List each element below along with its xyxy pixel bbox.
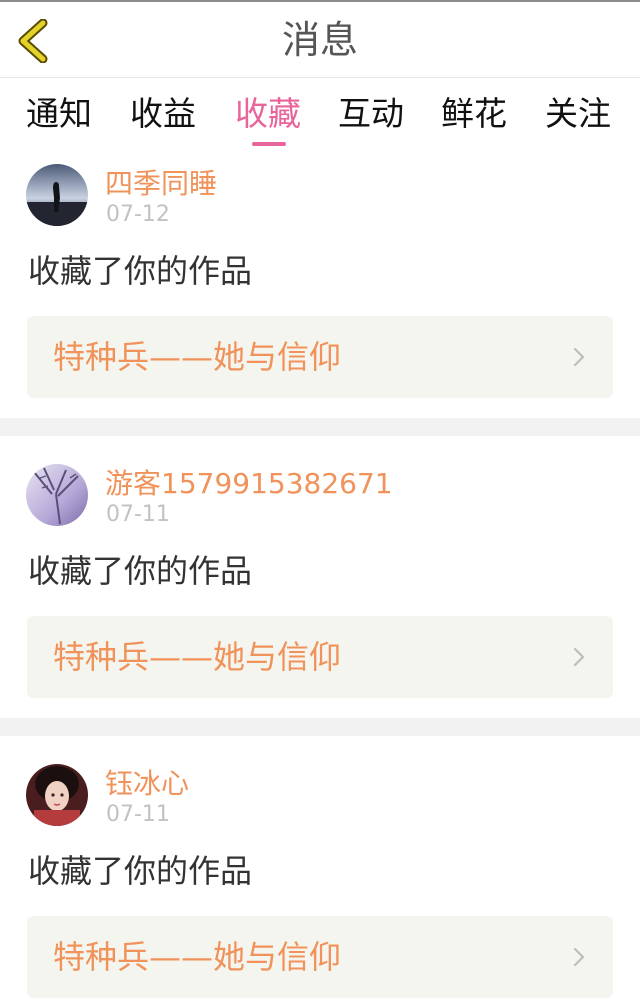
message-date: 07-12 bbox=[106, 202, 170, 227]
work-title: 特种兵——她与信仰 bbox=[53, 938, 342, 976]
tab-interactions[interactable]: 互动 bbox=[338, 84, 404, 150]
username[interactable]: 四季同睡 bbox=[105, 162, 217, 202]
tab-notifications[interactable]: 通知 bbox=[26, 84, 92, 150]
work-link[interactable]: 特种兵——她与信仰 bbox=[27, 916, 613, 998]
action-text: 收藏了你的作品 bbox=[28, 852, 253, 890]
tab-bar: 通知 收益 收藏 互动 鲜花 关注 bbox=[0, 84, 640, 150]
message-card: 游客1579915382671 07-11 收藏了你的作品 特种兵——她与信仰 bbox=[0, 450, 640, 732]
action-text: 收藏了你的作品 bbox=[28, 252, 253, 290]
message-card: 钰冰心 07-11 收藏了你的作品 特种兵——她与信仰 bbox=[0, 750, 640, 1004]
work-link[interactable]: 特种兵——她与信仰 bbox=[27, 616, 613, 698]
avatar[interactable] bbox=[26, 764, 88, 826]
chevron-right-icon bbox=[573, 347, 585, 367]
avatar[interactable] bbox=[26, 464, 88, 526]
card-divider bbox=[0, 418, 640, 436]
action-text: 收藏了你的作品 bbox=[28, 552, 253, 590]
tab-favorites[interactable]: 收藏 bbox=[235, 84, 301, 150]
work-link[interactable]: 特种兵——她与信仰 bbox=[27, 316, 613, 398]
tab-flowers[interactable]: 鲜花 bbox=[441, 84, 507, 150]
tab-follows[interactable]: 关注 bbox=[545, 84, 611, 150]
work-title: 特种兵——她与信仰 bbox=[53, 638, 342, 676]
page-title: 消息 bbox=[281, 18, 358, 62]
username[interactable]: 钰冰心 bbox=[105, 762, 189, 802]
chevron-right-icon bbox=[573, 947, 585, 967]
message-date: 07-11 bbox=[106, 502, 170, 527]
chevron-right-icon bbox=[573, 647, 585, 667]
messages-page: 消息 通知 收益 收藏 互动 鲜花 关注 四季同睡 07-12 收藏了你的作品 … bbox=[0, 0, 640, 1004]
active-tab-indicator bbox=[252, 142, 286, 146]
header-bar: 消息 bbox=[0, 2, 640, 78]
message-date: 07-11 bbox=[106, 802, 170, 827]
tab-earnings[interactable]: 收益 bbox=[130, 84, 196, 150]
avatar[interactable] bbox=[26, 164, 88, 226]
username[interactable]: 游客1579915382671 bbox=[105, 462, 393, 502]
card-divider bbox=[0, 718, 640, 736]
message-card: 四季同睡 07-12 收藏了你的作品 特种兵——她与信仰 bbox=[0, 150, 640, 432]
work-title: 特种兵——她与信仰 bbox=[53, 338, 342, 376]
back-button[interactable] bbox=[10, 16, 56, 66]
chevron-left-icon bbox=[18, 19, 48, 63]
